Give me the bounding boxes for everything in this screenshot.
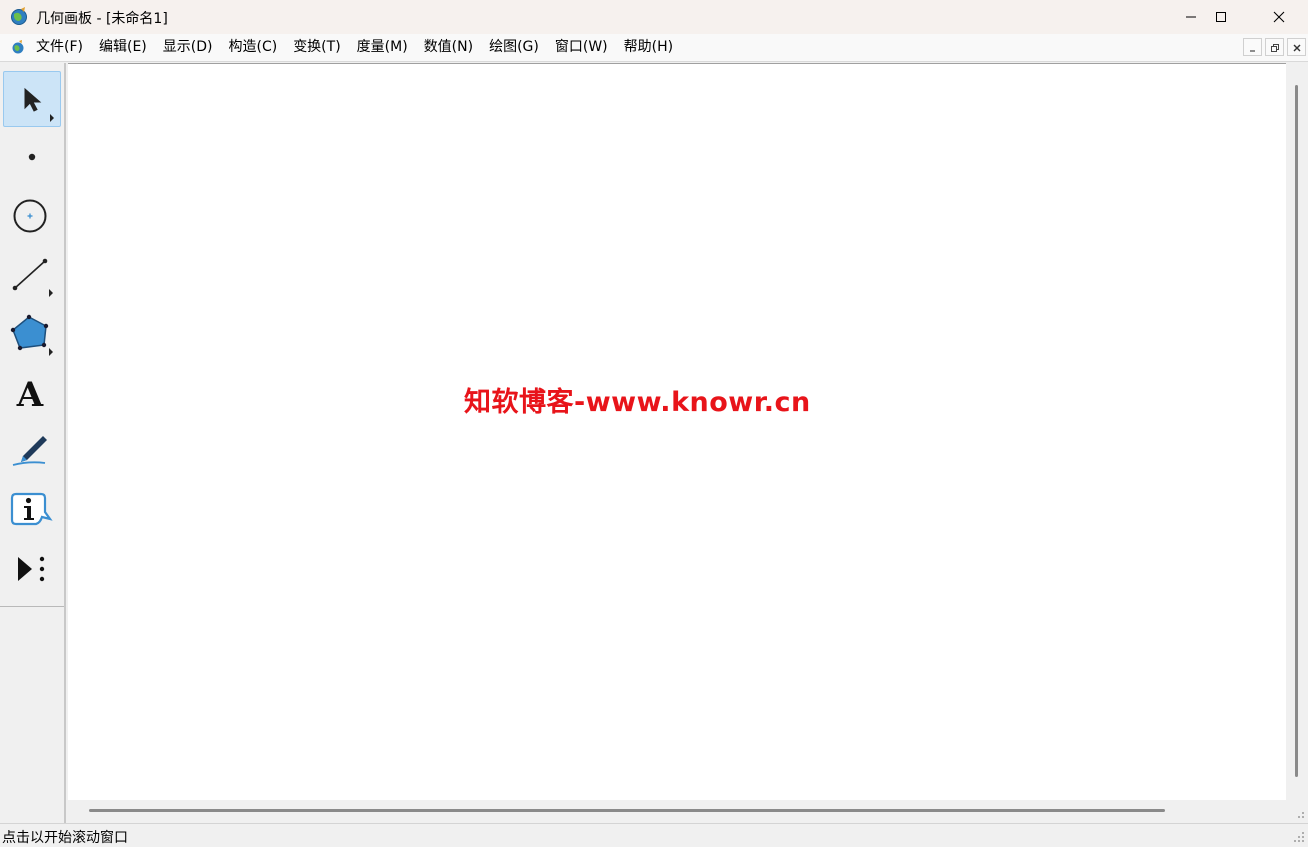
close-icon: [1273, 11, 1285, 23]
menu-edit[interactable]: 编辑(E): [91, 34, 155, 61]
sketch-canvas[interactable]: [68, 63, 1286, 800]
menu-transform[interactable]: 变换(T): [285, 34, 348, 61]
menu-number[interactable]: 数值(N): [416, 34, 481, 61]
letter-a-icon: A: [16, 375, 44, 415]
menu-construct[interactable]: 构造(C): [220, 34, 285, 61]
circle-icon: [13, 199, 47, 233]
info-bubble-icon: [10, 492, 53, 526]
toolbox: A: [0, 63, 66, 823]
arrow-cursor-icon: [24, 87, 54, 122]
straightedge-tool[interactable]: [3, 247, 61, 303]
status-text: 点击以开始滚动窗口: [2, 830, 128, 846]
vertical-scrollbar[interactable]: [1286, 63, 1308, 800]
restore-icon: [1271, 44, 1279, 52]
menu-display[interactable]: 显示(D): [155, 34, 221, 61]
close-icon: [1293, 44, 1301, 52]
document-restore-button[interactable]: [1265, 38, 1284, 56]
document-minimize-button[interactable]: [1243, 38, 1262, 56]
play-more-icon: [18, 556, 45, 582]
text-tool[interactable]: A: [3, 365, 61, 421]
maximize-button[interactable]: [1192, 0, 1250, 34]
compass-tool[interactable]: [3, 188, 61, 244]
marker-tool[interactable]: [3, 423, 61, 479]
menu-file[interactable]: 文件(F): [28, 34, 91, 61]
polygon-tool[interactable]: [3, 306, 61, 362]
document-icon[interactable]: [10, 39, 26, 55]
title-bar: 几何画板 - [未命名1]: [0, 0, 1308, 34]
horizontal-scrollbar[interactable]: [68, 800, 1286, 822]
status-bar: 点击以开始滚动窗口: [0, 823, 1308, 846]
window-title: 几何画板 - [未命名1]: [36, 11, 168, 27]
toolbox-separator: [0, 606, 64, 607]
maximize-icon: [1216, 12, 1226, 22]
geometers-sketchpad-app-icon: [11, 7, 27, 25]
svg-text:A: A: [16, 375, 44, 415]
scroll-corner: [1286, 800, 1308, 822]
close-button[interactable]: [1250, 0, 1308, 34]
document-close-button[interactable]: [1287, 38, 1306, 56]
horizontal-scroll-thumb[interactable]: [89, 809, 1165, 812]
watermark-text: 知软博客-www.knowr.cn: [464, 387, 811, 418]
point-tool[interactable]: [3, 129, 61, 185]
menu-help[interactable]: 帮助(H): [616, 34, 681, 61]
menu-graph[interactable]: 绘图(G): [481, 34, 547, 61]
arrow-select-tool[interactable]: [3, 71, 61, 127]
information-tool[interactable]: [3, 482, 61, 538]
segment-icon: [12, 258, 53, 297]
marker-pen-icon: [12, 436, 47, 466]
resize-grip-icon[interactable]: [1293, 831, 1305, 843]
custom-tool[interactable]: [3, 541, 61, 597]
menu-bar: 文件(F) 编辑(E) 显示(D) 构造(C) 变换(T) 度量(M) 数值(N…: [0, 34, 1308, 62]
menu-measure[interactable]: 度量(M): [349, 34, 416, 61]
minimize-icon: [1250, 50, 1255, 52]
menu-window[interactable]: 窗口(W): [547, 34, 616, 61]
resize-grip-icon: [1298, 812, 1304, 818]
pentagon-icon: [10, 314, 53, 356]
vertical-scroll-thumb[interactable]: [1295, 85, 1298, 777]
point-icon: [28, 153, 36, 161]
